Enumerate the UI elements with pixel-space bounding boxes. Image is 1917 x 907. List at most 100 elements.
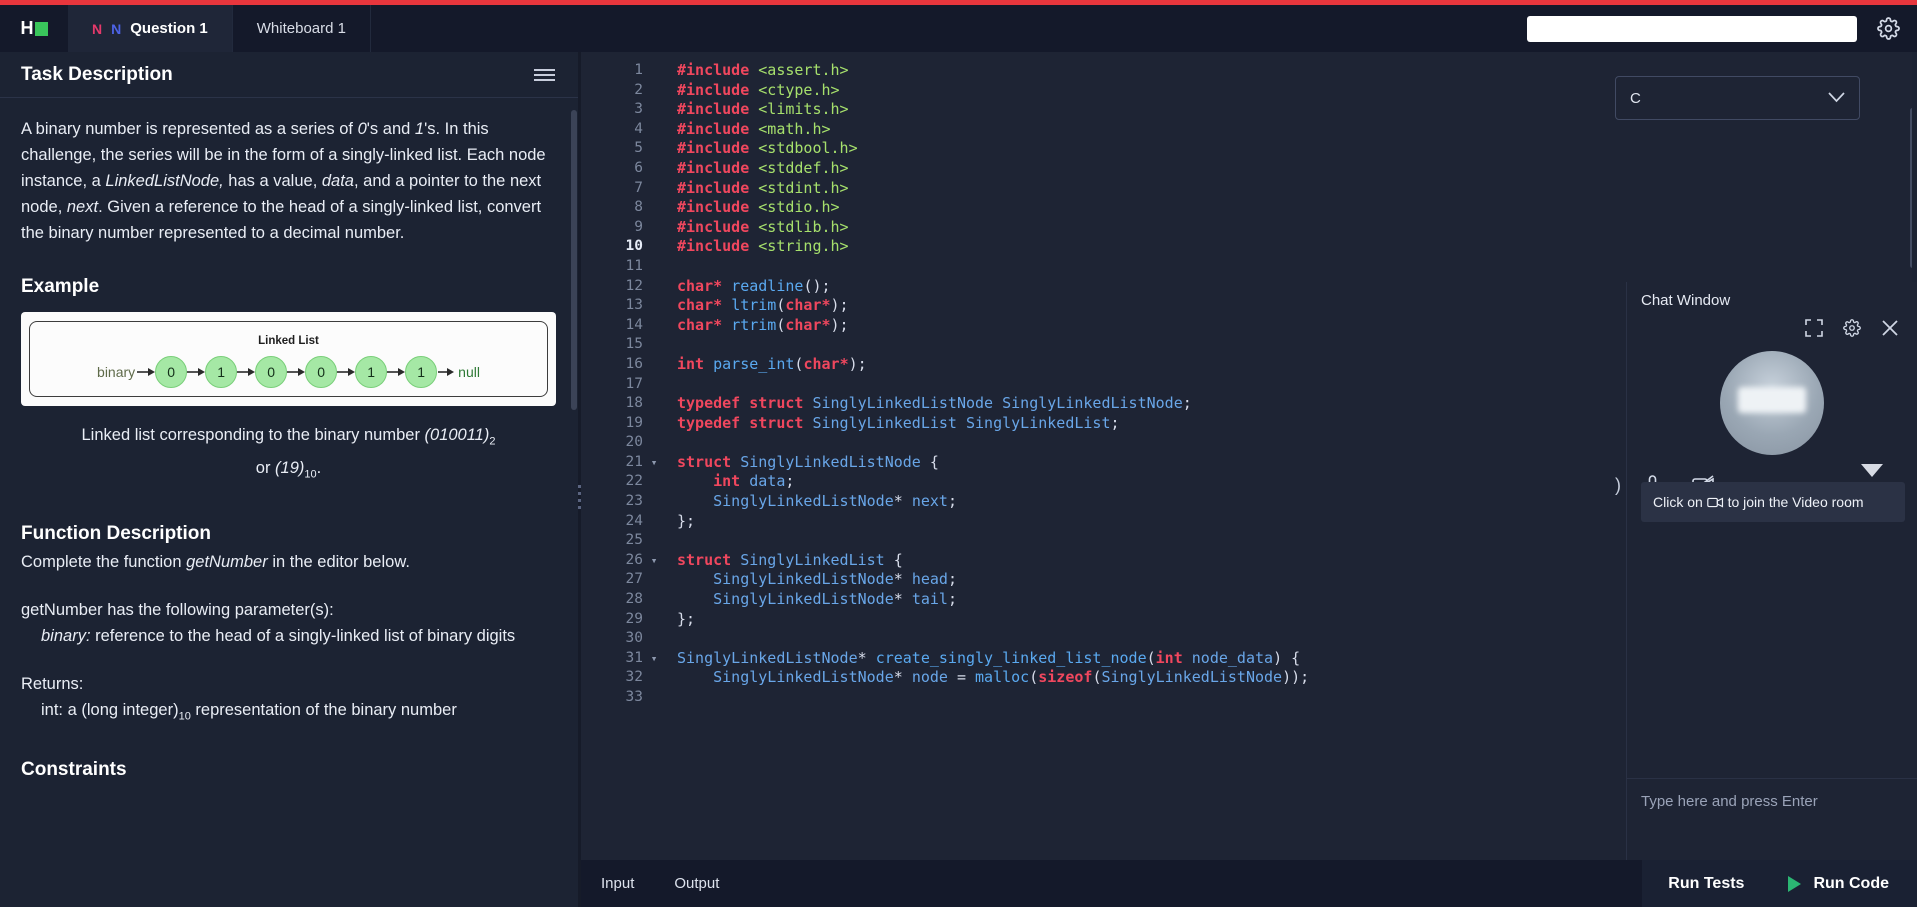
line-number: 18	[625, 395, 643, 412]
gear-icon[interactable]	[1875, 16, 1901, 42]
arrow-icon	[437, 367, 455, 377]
chat-input[interactable]	[1641, 793, 1904, 810]
chat-toolbar	[1627, 315, 1917, 343]
fold-toggle	[643, 531, 665, 551]
code-line[interactable]: #include <stddef.h>	[677, 159, 1917, 179]
line-number: 26	[625, 551, 643, 568]
code-line[interactable]: #include <stdbool.h>	[677, 139, 1917, 159]
fold-toggle	[643, 179, 665, 199]
fd-a: Complete the function	[21, 552, 187, 571]
arrow-icon	[387, 367, 406, 377]
task-description-header: Task Description	[0, 52, 578, 98]
constraints-heading: Constraints	[21, 758, 127, 780]
line-number: 7	[634, 179, 643, 196]
close-icon[interactable]	[1881, 319, 1899, 337]
code-fold-column[interactable]: ▾ ▾ ▾	[643, 52, 665, 860]
line-number: 23	[625, 493, 643, 510]
fd-fn: getNumber	[186, 552, 268, 571]
fold-toggle	[643, 668, 665, 688]
chat-window[interactable]: Chat Window) Click on to join the Video…	[1615, 282, 1917, 860]
language-select[interactable]: C	[1615, 76, 1860, 120]
code-line[interactable]: #include <string.h>	[677, 237, 1917, 257]
language-select-value: C	[1630, 89, 1641, 107]
notebook-icon-blue: N	[111, 20, 122, 37]
line-number: 22	[625, 473, 643, 490]
line-number: 32	[625, 669, 643, 686]
code-line[interactable]	[677, 257, 1917, 277]
code-line[interactable]: #include <stdint.h>	[677, 179, 1917, 199]
fold-toggle[interactable]: ▾	[643, 649, 665, 669]
avatar-container	[1627, 343, 1917, 461]
tooltip-after: to join the Video room	[1727, 494, 1864, 510]
fold-toggle	[643, 433, 665, 453]
line-number: 30	[625, 630, 643, 647]
task-p1-data: data	[321, 172, 354, 190]
caption-text-1: Linked list corresponding to the binary …	[81, 426, 425, 444]
fold-toggle[interactable]: ▾	[643, 551, 665, 571]
fold-toggle	[643, 296, 665, 316]
tab-whiteboard-1-label: Whiteboard 1	[256, 20, 346, 37]
hackerrank-logo-icon: H	[21, 18, 48, 39]
tab-question-1[interactable]: N N Question 1	[68, 5, 233, 52]
fold-toggle	[643, 610, 665, 630]
caption-or: or	[255, 459, 276, 478]
line-number: 21	[625, 453, 643, 470]
fold-toggle	[643, 61, 665, 81]
tab-input[interactable]: Input	[581, 875, 654, 892]
expand-icon[interactable]	[1805, 319, 1823, 337]
line-number: 9	[634, 218, 643, 235]
param-desc: reference to the head of a singly-linked…	[90, 626, 516, 645]
fold-toggle	[643, 316, 665, 336]
fold-toggle	[643, 237, 665, 257]
run-tests-button[interactable]: Run Tests	[1642, 860, 1771, 907]
caption-decimal: (19)	[275, 459, 305, 478]
gear-icon[interactable]	[1843, 319, 1861, 337]
fold-toggle	[643, 218, 665, 238]
tab-whiteboard-1[interactable]: Whiteboard 1	[233, 5, 371, 52]
line-number: 17	[625, 375, 643, 392]
code-line[interactable]: #include <stdio.h>	[677, 198, 1917, 218]
params-heading: getNumber has the following parameter(s)…	[21, 600, 334, 619]
diagram-nodes-row: binary 0 1 0 0 1 1 null	[38, 356, 539, 388]
tab-output[interactable]: Output	[654, 875, 739, 892]
app-root: H N N Question 1 Whiteboard 1 Task Descr…	[0, 0, 1917, 907]
page-title: Task Description	[21, 63, 173, 85]
returns-a: int: a (long integer)	[41, 700, 179, 719]
line-number: 16	[625, 355, 643, 372]
code-line[interactable]: #include <stdlib.h>	[677, 218, 1917, 238]
run-code-label: Run Code	[1813, 874, 1889, 892]
left-panel-scrollbar[interactable]	[571, 110, 577, 410]
line-number: 14	[625, 316, 643, 333]
list-node: 0	[305, 356, 338, 388]
function-description-heading: Function Description	[21, 522, 211, 544]
list-node: 0	[155, 356, 188, 388]
function-description-text: Complete the function getNumber in the e…	[21, 549, 556, 575]
returns-line: int: a (long integer)10 representation o…	[21, 697, 556, 729]
line-number: 6	[634, 159, 643, 176]
line-number: 4	[634, 120, 643, 137]
line-number: 2	[634, 81, 643, 98]
fold-toggle	[643, 472, 665, 492]
fold-toggle	[643, 355, 665, 375]
run-code-button[interactable]: Run Code	[1770, 860, 1917, 907]
line-number: 19	[625, 414, 643, 431]
list-node: 1	[405, 356, 438, 388]
arrow-icon	[137, 367, 156, 377]
bottom-toolbar: Input Output Run Tests Run Code	[581, 860, 1917, 907]
fold-toggle	[643, 414, 665, 434]
code-line[interactable]: #include <math.h>	[677, 120, 1917, 140]
logo-container[interactable]: H	[0, 5, 68, 52]
line-number: 31	[625, 649, 643, 666]
list-node: 1	[355, 356, 388, 388]
fold-toggle	[643, 257, 665, 277]
task-p1-f: . Given a reference to the head of a sin…	[21, 198, 542, 242]
chat-input-row[interactable]	[1627, 778, 1917, 824]
hamburger-icon[interactable]	[534, 68, 555, 81]
line-number: 10	[625, 238, 643, 255]
fold-toggle	[643, 139, 665, 159]
minimap-rail	[1912, 52, 1917, 383]
caption-binary: (010011)	[424, 426, 490, 444]
fold-toggle[interactable]: ▾	[643, 453, 665, 473]
